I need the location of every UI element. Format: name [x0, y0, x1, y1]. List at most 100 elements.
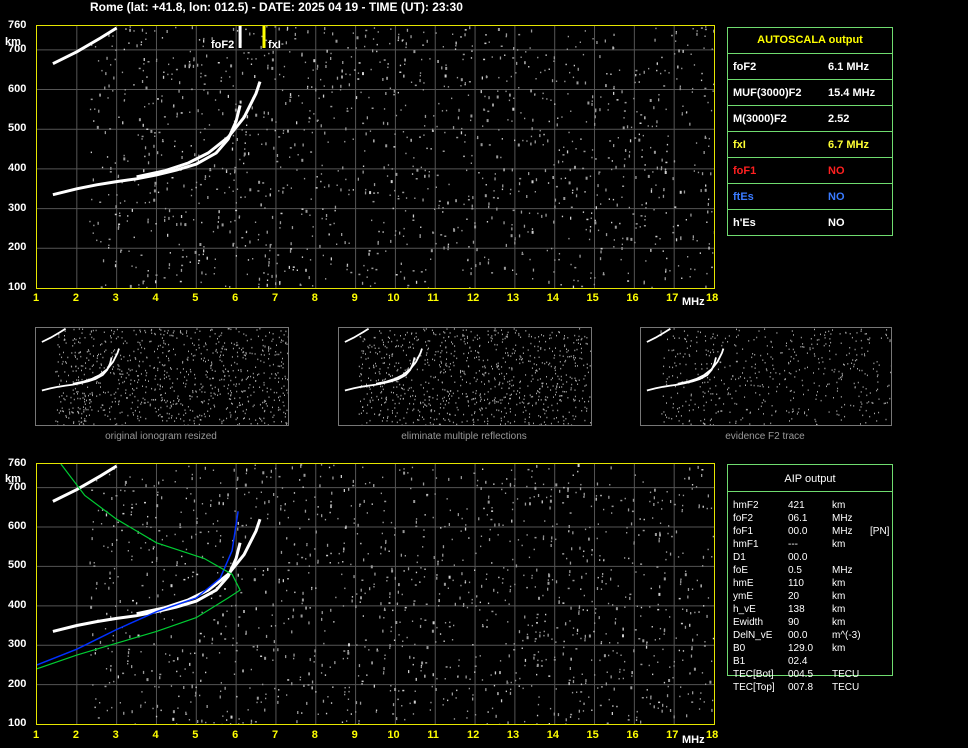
bottom-x-tick: 1	[33, 729, 40, 741]
thumbnail-original	[35, 327, 289, 427]
top-x-tick: 7	[271, 292, 279, 304]
bottom-y-tick: 600	[8, 520, 27, 533]
thumbnail-eliminate-plot	[344, 327, 592, 427]
aip-key: hmF1	[733, 539, 759, 550]
autoscala-row: fxI 6.7 MHz	[728, 132, 892, 158]
aip-key: TEC[Top]	[733, 682, 775, 693]
aip-value: 90	[788, 617, 800, 628]
aip-value: 110	[788, 578, 804, 589]
bottom-x-tick: 4	[152, 729, 159, 741]
aip-key: hmE	[733, 578, 754, 589]
top-y-tick: 300	[8, 201, 27, 214]
bottom-y-tick: 400	[8, 598, 27, 611]
fxi-marker-label: fxI	[268, 39, 281, 51]
autoscala-key: M(3000)F2	[733, 113, 787, 125]
top-x-tick: 15	[586, 292, 599, 304]
top-x-tick: 6	[232, 292, 239, 304]
aip-key: ymE	[733, 591, 753, 602]
aip-unit: km	[832, 643, 846, 654]
top-x-tick: 10	[387, 292, 400, 304]
autoscala-value: NO	[828, 191, 845, 203]
fof2-marker-label: foF2	[211, 39, 235, 51]
aip-value: 02.4	[788, 656, 808, 667]
bottom-x-tick: 3	[112, 729, 119, 741]
aip-value: 00.0	[788, 552, 808, 563]
aip-profile-blue	[37, 511, 239, 666]
autoscala-key: foF1	[733, 165, 757, 177]
bottom-y-tick: 500	[8, 559, 27, 572]
thumbnail-eliminate-caption: eliminate multiple reflections	[401, 431, 527, 442]
thumbnail-evidence	[640, 327, 892, 427]
autoscala-value: NO	[828, 217, 845, 229]
top-y-tick: 100	[8, 281, 27, 293]
bottom-x-tick: 14	[546, 729, 559, 741]
aip-key: B0	[733, 643, 746, 654]
aip-value: 421	[788, 500, 805, 511]
aip-unit: TECU	[832, 682, 860, 693]
top-x-tick: 16	[626, 292, 639, 304]
autoscala-key: foF2	[733, 61, 757, 73]
bottom-x-tick: 15	[586, 729, 599, 741]
bottom-x-tick: 16	[626, 729, 639, 741]
aip-unit: km	[832, 591, 846, 602]
aip-key: D1	[733, 552, 746, 563]
aip-unit: km	[832, 539, 846, 550]
autoscala-key: h'Es	[733, 217, 756, 229]
aip-key: TEC[Bot]	[733, 669, 774, 680]
bottom-x-unit: MHz	[682, 734, 705, 746]
aip-unit: km	[832, 578, 846, 589]
top-x-tick: 1	[33, 292, 40, 304]
autoscala-row: h'Es NO	[728, 210, 892, 235]
aip-extra: [PN]	[870, 526, 890, 537]
top-x-unit: MHz	[682, 296, 705, 308]
aip-value: 138	[788, 604, 805, 615]
aip-unit: MHz	[832, 565, 853, 576]
autoscala-row: foF2 6.1 MHz	[728, 54, 892, 80]
bottom-x-tick: 5	[192, 729, 199, 741]
autoscala-key: ftEs	[733, 191, 754, 203]
bottom-x-tick: 12	[467, 729, 480, 741]
top-x-tick: 2	[72, 292, 79, 304]
bottom-y-tick: 700	[8, 480, 27, 493]
aip-key: foE	[733, 565, 749, 576]
top-x-tick: 5	[192, 292, 199, 304]
thumbnail-eliminate	[338, 327, 592, 427]
aip-key: DelN_vE	[733, 630, 773, 641]
aip-value: 007.8	[788, 682, 814, 693]
page-title: Rome (lat: +41.8, lon: 012.5) - DATE: 20…	[90, 0, 463, 14]
aip-value: ---	[788, 539, 798, 550]
aip-unit: km	[832, 500, 846, 511]
aip-value: 00.0	[788, 630, 808, 641]
bottom-x-tick: 8	[311, 729, 318, 741]
top-x-tick: 4	[152, 292, 159, 304]
bottom-y-tick: 760	[8, 457, 27, 469]
bottom-ionogram-plot	[37, 464, 714, 724]
bottom-x-tick: 18	[706, 729, 719, 741]
bottom-x-tick: 13	[506, 729, 520, 741]
top-y-tick: 200	[8, 241, 27, 254]
top-x-tick: 3	[112, 292, 119, 304]
top-x-tick: 11	[427, 292, 439, 304]
top-x-tick: 14	[546, 292, 559, 304]
aip-header: AIP output	[728, 465, 892, 492]
aip-key: Ewidth	[733, 617, 764, 628]
aip-unit: TECU	[832, 669, 860, 680]
top-x-tick: 8	[311, 292, 318, 304]
bottom-y-tick: 300	[8, 638, 27, 651]
autoscala-row: ftEs NO	[728, 184, 892, 210]
autoscala-row: foF1 NO	[728, 158, 892, 184]
aip-value: 004.5	[788, 669, 814, 680]
aip-key: foF1	[733, 526, 754, 537]
aip-key: hmF2	[733, 500, 759, 511]
autoscala-value: 15.4 MHz	[828, 87, 876, 99]
aip-value: 00.0	[788, 526, 808, 537]
autoscala-value: 6.1 MHz	[828, 61, 869, 73]
bottom-x-tick: 6	[232, 729, 239, 741]
top-y-tick: 600	[8, 82, 27, 95]
aip-unit: MHz	[832, 513, 853, 524]
thumbnail-evidence-caption: evidence F2 trace	[725, 431, 805, 442]
top-y-tick: 760	[8, 19, 27, 31]
aip-unit: km	[832, 617, 846, 628]
autoscala-value: 2.52	[828, 113, 850, 125]
autoscala-header: AUTOSCALA output	[728, 28, 892, 54]
